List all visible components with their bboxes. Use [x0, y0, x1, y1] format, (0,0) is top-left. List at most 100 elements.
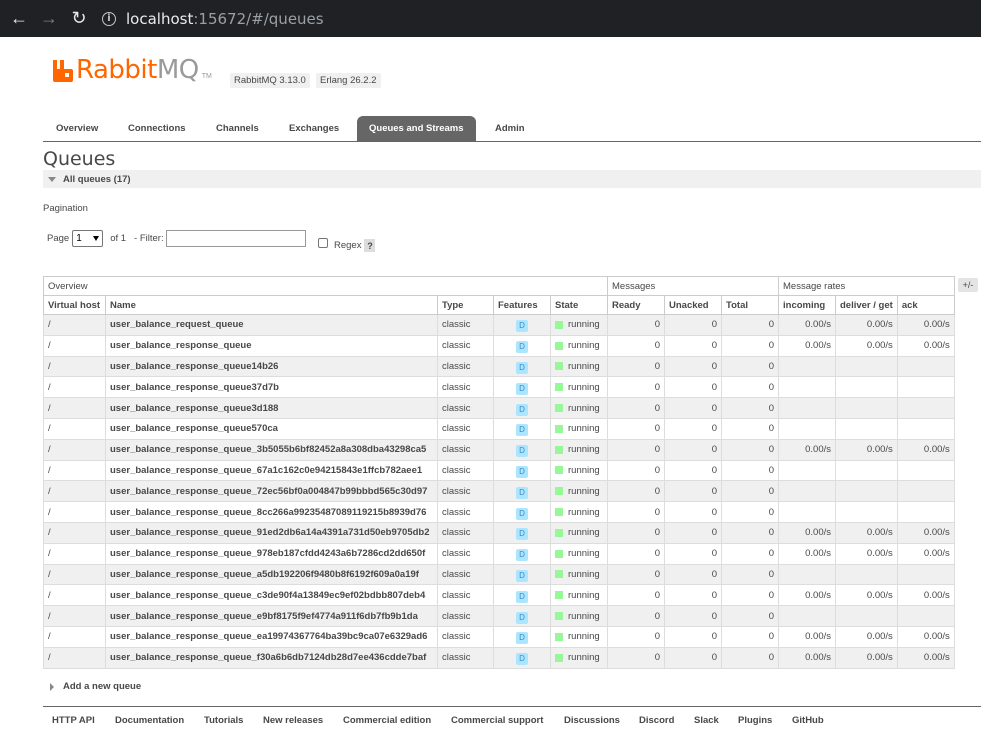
- tab-queues-and-streams[interactable]: Queues and Streams: [357, 116, 476, 141]
- tab-admin[interactable]: Admin: [483, 116, 537, 141]
- col-name[interactable]: Name: [105, 295, 438, 315]
- table-row[interactable]: / user_balance_response_queue_ea199743677…: [43, 625, 955, 648]
- queue-name-link[interactable]: user_balance_response_queue570ca: [105, 417, 438, 440]
- cell-ack: 0.00/s: [896, 314, 955, 336]
- col-virtual-host[interactable]: Virtual host: [43, 295, 106, 315]
- table-row[interactable]: / user_balance_response_queue_8cc266a9923…: [43, 501, 955, 523]
- table-row[interactable]: / user_balance_request_queue classic Drunni…: [43, 314, 955, 336]
- page-select-value: 1: [76, 233, 82, 244]
- cell-unacked: 0: [664, 376, 722, 399]
- footer-link-discussions[interactable]: Discussions: [564, 715, 620, 726]
- tab-overview[interactable]: Overview: [44, 116, 110, 141]
- state-label: running: [568, 402, 600, 414]
- footer-link-discord[interactable]: Discord: [639, 715, 674, 726]
- cell-state: running: [550, 501, 608, 523]
- page-select[interactable]: 1: [72, 230, 104, 247]
- state-label: running: [568, 548, 600, 560]
- queue-name-link[interactable]: user_balance_response_queue3d188: [105, 397, 438, 419]
- queue-name-link[interactable]: user_balance_request_queue: [105, 314, 438, 336]
- add-queue-section-toggle[interactable]: Add a new queue: [50, 681, 141, 692]
- footer-link-commercial-edition[interactable]: Commercial edition: [343, 715, 431, 726]
- footer-links: HTTP API Documentation Tutorials New rel…: [43, 706, 981, 751]
- state-label: running: [568, 652, 600, 664]
- table-row[interactable]: / user_balance_response_queue14b26 classic…: [43, 355, 955, 378]
- queue-name-link[interactable]: user_balance_response_queue_e9bf8175f9ef…: [105, 605, 438, 627]
- table-row[interactable]: / user_balance_response_queue_c3de90f4a13…: [43, 584, 955, 607]
- footer-link-commercial-support[interactable]: Commercial support: [451, 715, 543, 726]
- queue-name-link[interactable]: user_balance_response_queue_67a1c162c0e9…: [105, 459, 438, 482]
- back-arrow-icon[interactable]: ←: [4, 4, 34, 34]
- footer-link-tutorials[interactable]: Tutorials: [204, 715, 243, 726]
- regex-checkbox[interactable]: [318, 237, 328, 248]
- tab-channels[interactable]: Channels: [204, 116, 271, 141]
- table-row[interactable]: / user_balance_response_queue_67a1c162c0e…: [43, 459, 955, 482]
- cell-unacked: 0: [664, 584, 722, 607]
- table-row[interactable]: / user_balance_response_queue_e9bf8175f9e…: [43, 605, 955, 627]
- col-total[interactable]: Total: [721, 295, 779, 315]
- all-queues-section-toggle[interactable]: All queues (17): [43, 170, 981, 188]
- queue-name-link[interactable]: user_balance_response_queue_8cc266a99235…: [105, 501, 438, 523]
- table-row[interactable]: / user_balance_response_queue37d7b classic…: [43, 376, 955, 399]
- cell-ready: 0: [607, 334, 665, 357]
- tab-connections[interactable]: Connections: [116, 116, 198, 141]
- footer-link-github[interactable]: GitHub: [792, 715, 824, 726]
- col-incoming[interactable]: incoming: [778, 295, 836, 315]
- logo-rabbit-text: Rabbit: [76, 55, 157, 85]
- footer-link-plugins[interactable]: Plugins: [738, 715, 772, 726]
- queue-name-link[interactable]: user_balance_response_queue_91ed2db6a14a…: [105, 521, 438, 544]
- cell-incoming: [778, 355, 836, 378]
- queue-name-link[interactable]: user_balance_response_queue_ea1997436776…: [105, 625, 438, 648]
- queue-name-link[interactable]: user_balance_response_queue37d7b: [105, 376, 438, 399]
- table-row[interactable]: / user_balance_response_queue classic Drunn…: [43, 334, 955, 357]
- queue-name-link[interactable]: user_balance_response_queue14b26: [105, 355, 438, 378]
- reload-icon[interactable]: ↻: [64, 4, 94, 34]
- table-row[interactable]: / user_balance_response_queue_72ec56bf0a0…: [43, 480, 955, 503]
- cell-features: D: [493, 438, 551, 461]
- cell-virtual-host: /: [43, 542, 106, 565]
- queue-name-link[interactable]: user_balance_response_queue_978eb187cfdd…: [105, 542, 438, 565]
- table-row[interactable]: / user_balance_response_queue570ca classic…: [43, 417, 955, 440]
- queue-name-link[interactable]: user_balance_response_queue_72ec56bf0a00…: [105, 480, 438, 503]
- columns-toggle-button[interactable]: +/-: [958, 278, 978, 292]
- forward-arrow-icon[interactable]: →: [34, 4, 64, 34]
- table-row[interactable]: / user_balance_response_queue3d188 classic…: [43, 397, 955, 419]
- queue-name-link[interactable]: user_balance_response_queue_c3de90f4a138…: [105, 584, 438, 607]
- table-row[interactable]: / user_balance_response_queue_91ed2db6a14…: [43, 521, 955, 544]
- col-state[interactable]: State: [550, 295, 608, 315]
- queue-name-link[interactable]: user_balance_response_queue_f30a6b6db712…: [105, 646, 438, 669]
- footer-link-new-releases[interactable]: New releases: [263, 715, 323, 726]
- durable-badge: D: [516, 611, 528, 624]
- durable-badge: D: [516, 320, 528, 333]
- table-row[interactable]: / user_balance_response_queue_a5db192206f…: [43, 563, 955, 586]
- footer-link-http-api[interactable]: HTTP API: [52, 715, 95, 726]
- group-messages: Messages: [607, 276, 779, 296]
- state-label: running: [568, 423, 600, 435]
- col-unacked[interactable]: Unacked: [664, 295, 722, 315]
- queue-name-link[interactable]: user_balance_response_queue_a5db192206f9…: [105, 563, 438, 586]
- cell-unacked: 0: [664, 625, 722, 648]
- cell-virtual-host: /: [43, 646, 106, 669]
- cell-unacked: 0: [664, 521, 722, 544]
- rabbitmq-logo[interactable]: RabbitMQ TM: [52, 55, 212, 85]
- address-bar[interactable]: i localhost:15672/#/queues: [102, 4, 324, 34]
- table-row[interactable]: / user_balance_response_queue_3b5055b6bf8…: [43, 438, 955, 461]
- table-row[interactable]: / user_balance_response_queue_f30a6b6db71…: [43, 646, 955, 669]
- cell-unacked: 0: [664, 438, 722, 461]
- cell-type: classic: [437, 314, 494, 336]
- regex-help-icon[interactable]: ?: [364, 239, 376, 252]
- queue-name-link[interactable]: user_balance_response_queue_3b5055b6bf82…: [105, 438, 438, 461]
- footer-link-slack[interactable]: Slack: [694, 715, 719, 726]
- col-ack[interactable]: ack: [896, 295, 955, 315]
- logo-wordmark: RabbitMQ: [76, 55, 199, 85]
- col-ready[interactable]: Ready: [607, 295, 665, 315]
- filter-input[interactable]: [165, 230, 306, 247]
- col-deliver-get[interactable]: deliver / get: [835, 295, 898, 315]
- cell-virtual-host: /: [43, 480, 106, 503]
- tab-exchanges[interactable]: Exchanges: [277, 116, 351, 141]
- footer-link-documentation[interactable]: Documentation: [115, 715, 184, 726]
- info-icon[interactable]: i: [102, 11, 116, 26]
- col-type[interactable]: Type: [437, 295, 494, 315]
- table-row[interactable]: / user_balance_response_queue_978eb187cfd…: [43, 542, 955, 565]
- cell-state: running: [550, 459, 608, 482]
- queue-name-link[interactable]: user_balance_response_queue: [105, 334, 438, 357]
